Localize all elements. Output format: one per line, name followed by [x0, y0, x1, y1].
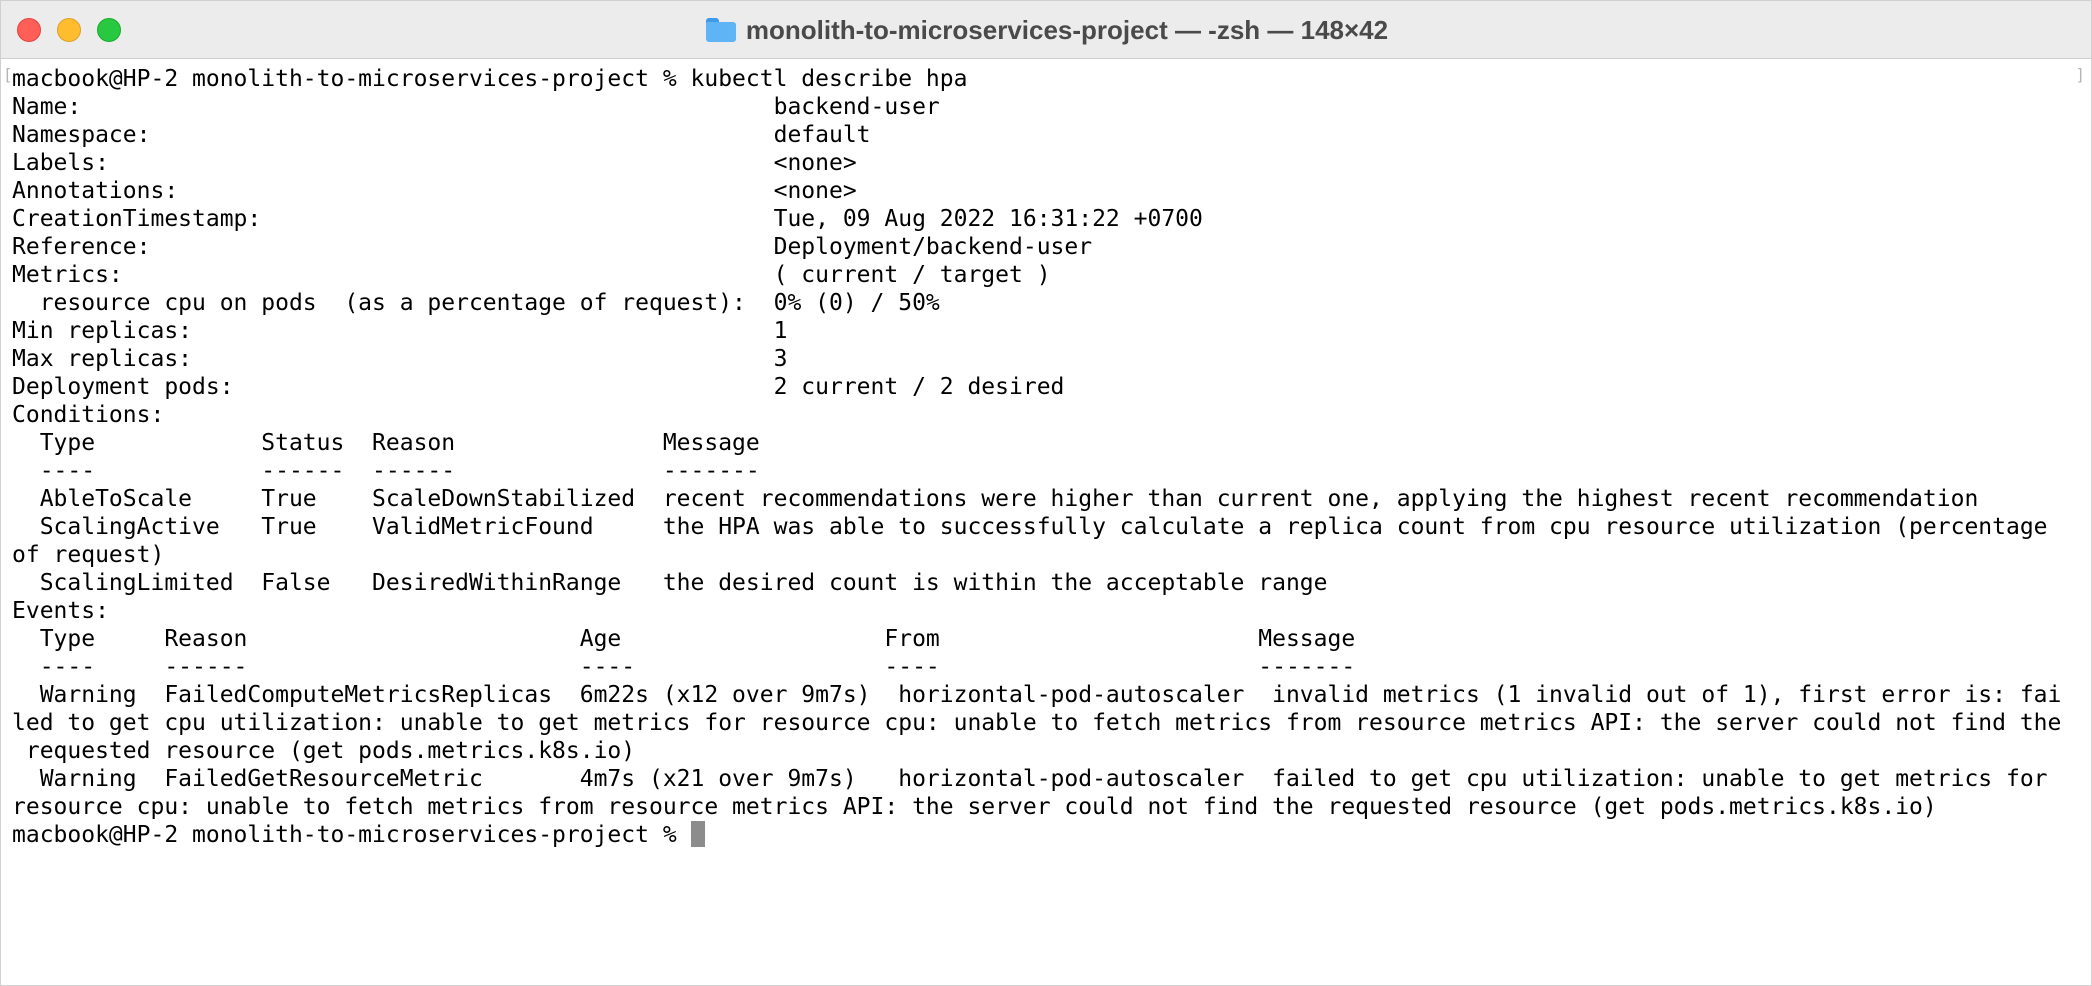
terminal-line: Metrics: ( current / target ): [12, 262, 1051, 288]
terminal-line: of request): [12, 542, 165, 568]
terminal-line: resource cpu: unable to fetch metrics fr…: [12, 794, 1937, 820]
terminal-line: ScalingActive True ValidMetricFound the …: [12, 514, 2048, 540]
folder-icon: [705, 18, 736, 42]
terminal-line: Min replicas: 1: [12, 318, 788, 344]
terminal-line: CreationTimestamp: Tue, 09 Aug 2022 16:3…: [12, 206, 1203, 232]
title-bar[interactable]: monolith-to-microservices-project — -zsh…: [1, 1, 2091, 59]
terminal-line: Namespace: default: [12, 122, 871, 148]
terminal-line: ---- ------ ------ -------: [12, 458, 760, 484]
window-title-text: monolith-to-microservices-project — -zsh…: [745, 14, 1389, 45]
terminal-line: Type Status Reason Message: [12, 430, 760, 456]
terminal-line: Type Reason Age From Message: [12, 626, 1356, 652]
terminal-line: AbleToScale True ScaleDownStabilized rec…: [12, 486, 1979, 512]
terminal-window: monolith-to-microservices-project — -zsh…: [0, 0, 2092, 986]
terminal-line: Warning FailedComputeMetricsReplicas 6m2…: [12, 682, 2062, 708]
terminal-line: Annotations: <none>: [12, 178, 857, 204]
terminal-line: ---- ------ ---- ---- -------: [12, 654, 1356, 680]
window-title: monolith-to-microservices-project — -zsh…: [1, 1, 2091, 59]
terminal-line: ScalingLimited False DesiredWithinRange …: [12, 570, 1328, 596]
terminal-line: Name: backend-user: [12, 94, 940, 120]
terminal-line: Events:: [12, 598, 109, 624]
terminal-line: Conditions:: [12, 402, 165, 428]
terminal-line: Labels: <none>: [12, 150, 857, 176]
terminal-line: requested resource (get pods.metrics.k8s…: [12, 738, 636, 764]
text-cursor: [690, 821, 705, 847]
terminal-output[interactable]: macbook@HP-2 monolith-to-microservices-p…: [1, 59, 2091, 985]
terminal-line: Deployment pods: 2 current / 2 desired: [12, 374, 1065, 400]
terminal-line: macbook@HP-2 monolith-to-microservices-p…: [12, 66, 968, 92]
shell-prompt: macbook@HP-2 monolith-to-microservices-p…: [12, 822, 691, 848]
prompt-line[interactable]: macbook@HP-2 monolith-to-microservices-p…: [12, 821, 2091, 849]
terminal-line: resource cpu on pods (as a percentage of…: [12, 290, 940, 316]
terminal-line: Reference: Deployment/backend-user: [12, 234, 1093, 260]
terminal-line: Max replicas: 3: [12, 346, 788, 372]
terminal-line: Warning FailedGetResourceMetric 4m7s (x2…: [12, 766, 2048, 792]
terminal-line: led to get cpu utilization: unable to ge…: [12, 710, 2062, 736]
